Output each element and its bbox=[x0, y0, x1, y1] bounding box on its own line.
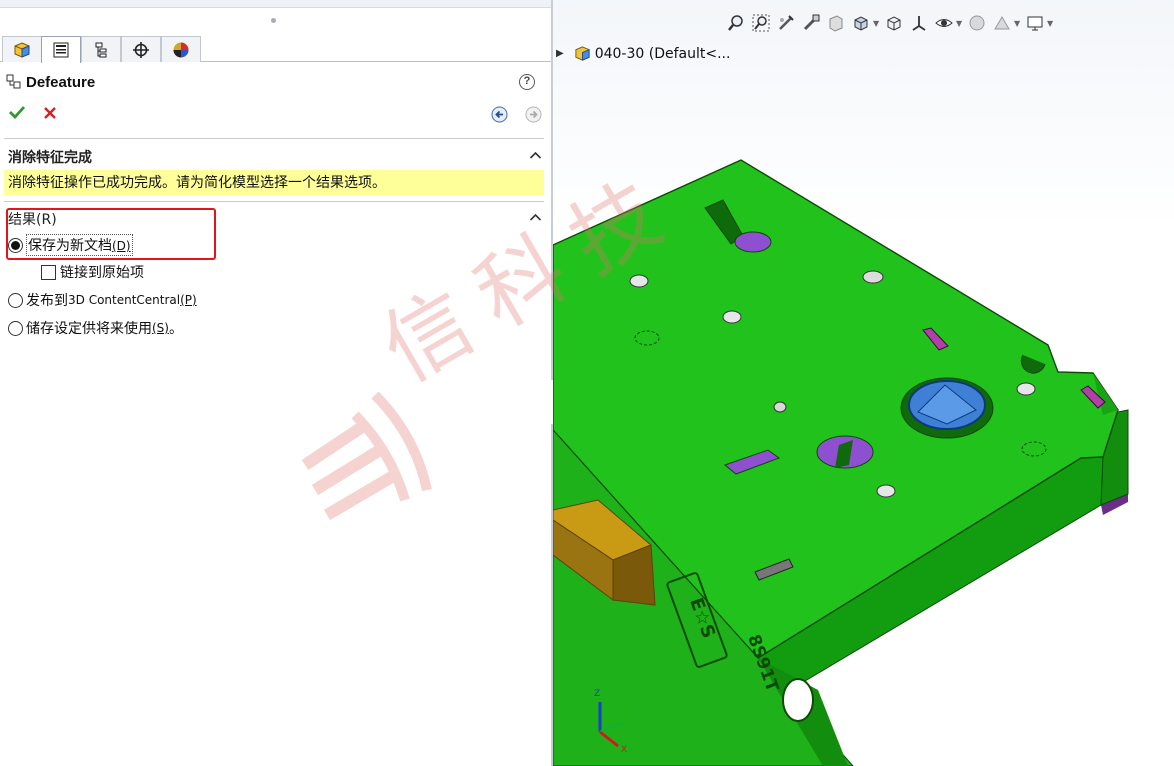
section-view-button[interactable] bbox=[798, 12, 823, 34]
graphics-area[interactable]: E☆S 8S91T ▼ ▼ ▼ ▼ ▶ 040-30 (Default<... … bbox=[553, 0, 1174, 766]
configuration-manager-icon bbox=[95, 42, 107, 57]
part-model: E☆S 8S91T bbox=[553, 159, 1129, 766]
feature-manager-icon bbox=[14, 41, 30, 58]
previous-view-button[interactable] bbox=[773, 12, 798, 34]
checkmark-icon bbox=[9, 106, 26, 120]
option-mnemonic: (S) bbox=[152, 321, 169, 335]
chevron-up-icon bbox=[529, 213, 542, 221]
chevron-up-icon bbox=[529, 151, 542, 159]
axis-label-x: X bbox=[621, 745, 627, 754]
radio-button[interactable] bbox=[8, 320, 23, 336]
axis-label-z: Z bbox=[594, 689, 600, 699]
keyhole-cavity bbox=[734, 231, 772, 253]
crosshair-icon bbox=[133, 41, 149, 58]
page-title: Defeature bbox=[26, 73, 96, 91]
property-manager-icon bbox=[53, 42, 69, 58]
plate-hole bbox=[782, 678, 814, 722]
collapse-message-group-button[interactable] bbox=[529, 149, 542, 164]
zoom-to-area-icon bbox=[752, 14, 769, 32]
highlight-annotation-box bbox=[6, 208, 216, 260]
stud bbox=[629, 274, 649, 288]
zoom-to-fit-icon bbox=[727, 15, 743, 31]
stud bbox=[876, 484, 896, 498]
tab-configuration-manager[interactable] bbox=[81, 36, 121, 62]
property-manager-title: Defeature bbox=[6, 72, 95, 92]
zoom-to-fit-button[interactable] bbox=[723, 12, 748, 34]
collapse-result-group-button[interactable] bbox=[529, 211, 542, 226]
panel-grip-handle[interactable] bbox=[271, 18, 276, 23]
display-style-icon bbox=[887, 16, 900, 31]
chevron-down-icon[interactable]: ▼ bbox=[1047, 19, 1055, 28]
stud bbox=[862, 270, 884, 284]
scene-button[interactable] bbox=[989, 12, 1014, 34]
tree-part-name: 040-30 (Default<... bbox=[594, 45, 731, 62]
previous-view-icon bbox=[778, 15, 794, 30]
section-view-icon bbox=[803, 14, 819, 31]
option-mnemonic: (P) bbox=[180, 293, 197, 307]
flyout-feature-tree[interactable]: ▶ 040-30 (Default<... bbox=[556, 45, 730, 62]
axis-label-y: Y bbox=[635, 707, 642, 717]
option-publish-3d-contentcentral[interactable]: 发布到 3D ContentCentral (P) bbox=[8, 290, 197, 310]
panel-top-border bbox=[0, 0, 551, 8]
edit-appearance-icon bbox=[969, 15, 984, 31]
back-button[interactable] bbox=[491, 106, 508, 127]
option-label-latin: 3D ContentCentral bbox=[68, 293, 181, 307]
close-icon bbox=[44, 107, 56, 119]
view-settings-button[interactable] bbox=[1022, 12, 1047, 34]
option-label: 储存设定供将来使用 bbox=[26, 321, 152, 337]
reference-triad: Z Y X bbox=[594, 689, 642, 754]
tab-feature-manager[interactable] bbox=[2, 36, 42, 62]
radio-button[interactable] bbox=[8, 292, 23, 308]
view-orientation-button[interactable] bbox=[848, 12, 873, 34]
divider bbox=[4, 138, 544, 139]
stud bbox=[773, 401, 787, 413]
expand-arrow-icon[interactable]: ▶ bbox=[556, 48, 564, 59]
display-style-button[interactable] bbox=[881, 12, 906, 34]
stud bbox=[1016, 382, 1036, 396]
tab-property-manager[interactable] bbox=[41, 36, 81, 63]
checkbox-label: 链接到原始项 bbox=[60, 265, 144, 281]
apply-scene-button[interactable] bbox=[964, 12, 989, 34]
tab-display-manager[interactable] bbox=[161, 36, 201, 62]
cancel-button[interactable] bbox=[42, 105, 58, 125]
tab-dimxpert-manager[interactable] bbox=[121, 36, 161, 62]
option-suffix: 。 bbox=[168, 321, 183, 337]
apply-scene-icon bbox=[993, 16, 1010, 30]
eye-icon bbox=[934, 19, 953, 27]
option-save-settings[interactable]: 储存设定供将来使用 (S)。 bbox=[8, 318, 183, 338]
status-message: 消除特征操作已成功完成。请为简化模型选择一个结果选项。 bbox=[4, 170, 544, 195]
chevron-down-icon[interactable]: ▼ bbox=[873, 19, 881, 28]
chevron-down-icon[interactable]: ▼ bbox=[956, 19, 964, 28]
manager-tab-bar bbox=[0, 36, 551, 63]
link-to-original-checkbox[interactable]: 链接到原始项 bbox=[41, 262, 144, 282]
defeature-icon bbox=[6, 74, 21, 89]
view-orientation-icon bbox=[854, 16, 867, 31]
property-manager-panel: Defeature ? 消除特征完成 消除特征操作已成功完成。请为简化模型选择一… bbox=[0, 0, 551, 766]
option-label: 发布到 bbox=[26, 293, 68, 309]
hide-show-icon bbox=[912, 16, 925, 31]
divider bbox=[4, 201, 544, 202]
dynamic-annotation-button[interactable] bbox=[823, 12, 848, 34]
part-icon bbox=[575, 46, 590, 61]
display-manager-icon bbox=[173, 42, 189, 57]
help-button[interactable]: ? bbox=[519, 74, 535, 90]
stud bbox=[722, 310, 742, 324]
zoom-to-area-button[interactable] bbox=[748, 12, 773, 34]
edit-appearance-button[interactable] bbox=[931, 12, 956, 34]
message-group-title: 消除特征完成 bbox=[8, 150, 92, 166]
hide-show-button[interactable] bbox=[906, 12, 931, 34]
heads-up-view-toolbar: ▼ ▼ ▼ ▼ bbox=[723, 10, 1055, 36]
forward-button[interactable] bbox=[525, 106, 542, 127]
checkbox[interactable] bbox=[41, 264, 56, 280]
dynamic-annotation-icon bbox=[829, 15, 842, 32]
arrow-right-circle-icon bbox=[525, 106, 542, 123]
arrow-left-circle-icon bbox=[491, 106, 508, 123]
chevron-down-icon[interactable]: ▼ bbox=[1014, 19, 1022, 28]
view-settings-icon bbox=[1027, 16, 1042, 31]
ok-button[interactable] bbox=[8, 104, 26, 124]
